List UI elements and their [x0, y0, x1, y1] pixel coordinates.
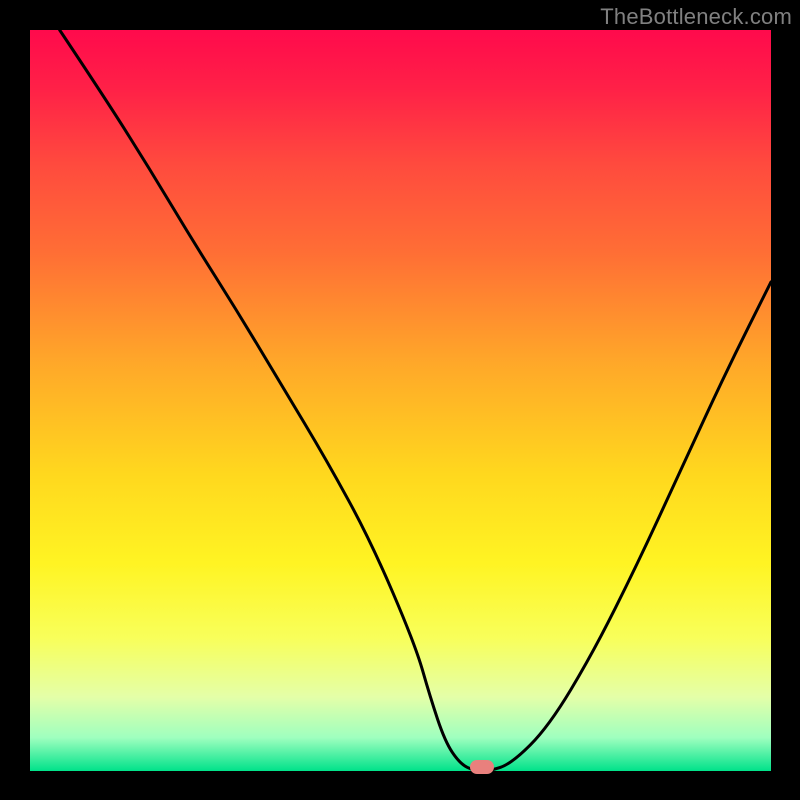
optimum-marker — [470, 760, 494, 774]
attribution-text: TheBottleneck.com — [600, 4, 792, 30]
chart-outer-frame: TheBottleneck.com — [0, 0, 800, 800]
bottleneck-curve — [0, 0, 800, 800]
